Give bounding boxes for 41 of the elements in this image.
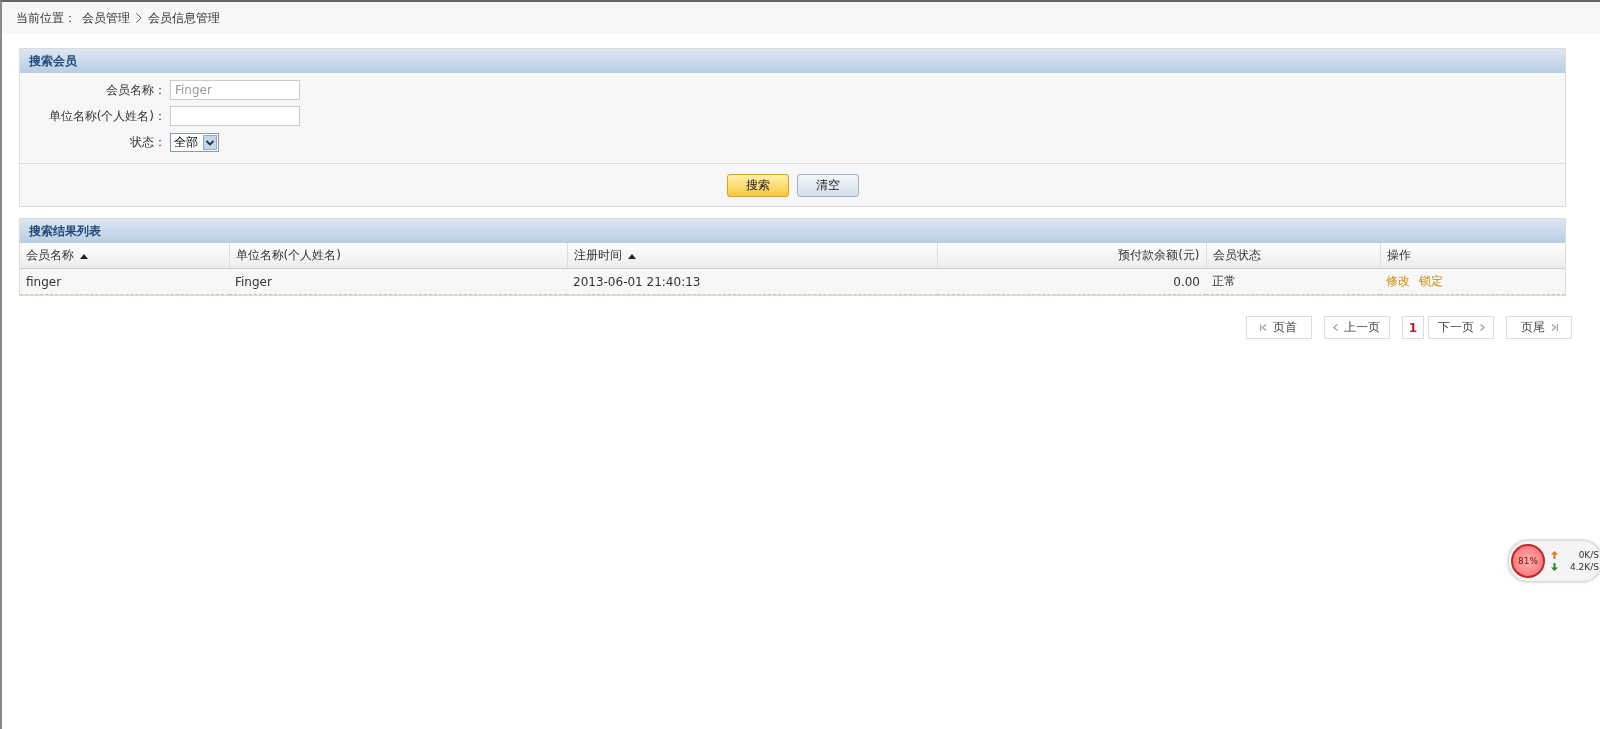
field-label: 状态： [129, 133, 166, 151]
current-page-button[interactable]: 1 [1401, 316, 1424, 339]
first-page-icon [1260, 324, 1268, 331]
breadcrumb-item[interactable]: 会员信息管理 [148, 9, 220, 27]
download-arrow-icon [1551, 563, 1558, 571]
text-input[interactable] [170, 106, 300, 126]
chevron-left-icon [1333, 324, 1339, 331]
chevron-right-icon [1479, 324, 1485, 331]
field-label: 单位名称(个人姓名)： [47, 107, 166, 125]
page-nav-button[interactable]: 上一页 [1323, 316, 1390, 339]
column-header: 预付款余额(元) [937, 243, 1206, 269]
status-select[interactable]: 全部 [170, 132, 219, 152]
upload-speed: 0K/S [1577, 550, 1599, 560]
clear-button[interactable]: 清空 [796, 173, 859, 197]
sort-arrow-icon [80, 254, 88, 259]
download-speed: 4.2K/S [1569, 562, 1599, 572]
last-page-icon [1550, 324, 1558, 331]
breadcrumb-label: 当前位置： [16, 9, 76, 27]
page-nav-button[interactable]: 下一页 [1428, 316, 1494, 339]
memory-usage-ball[interactable]: 81% [1511, 544, 1545, 578]
chevron-right-icon [136, 13, 142, 23]
panel-title: 搜索会员 [20, 49, 1565, 73]
text-input[interactable]: Finger [170, 80, 300, 100]
page-nav-button[interactable]: 页首 [1245, 316, 1312, 339]
table-cell: 正常 [1206, 268, 1380, 295]
column-header: 会员状态 [1206, 243, 1380, 269]
table-cell: Finger [229, 268, 567, 295]
upload-arrow-icon [1551, 551, 1558, 559]
column-header[interactable]: 注册时间 [567, 243, 937, 269]
page-nav-button[interactable]: 页尾 [1506, 316, 1572, 339]
panel-title: 搜索结果列表 [20, 219, 1565, 243]
table-cell: 0.00 [937, 268, 1206, 295]
table-cell: 2013-06-01 21:40:13 [567, 268, 937, 295]
sort-arrow-icon [627, 254, 636, 259]
column-header[interactable]: 会员名称 [20, 243, 229, 269]
column-header: 操作 [1380, 243, 1565, 269]
table-cell: finger [20, 268, 229, 295]
column-header: 单位名称(个人姓名) [229, 243, 567, 269]
field-label: 会员名称： [105, 81, 166, 99]
breadcrumb-item[interactable]: 会员管理 [82, 9, 130, 27]
search-button[interactable]: 搜索 [726, 173, 789, 197]
